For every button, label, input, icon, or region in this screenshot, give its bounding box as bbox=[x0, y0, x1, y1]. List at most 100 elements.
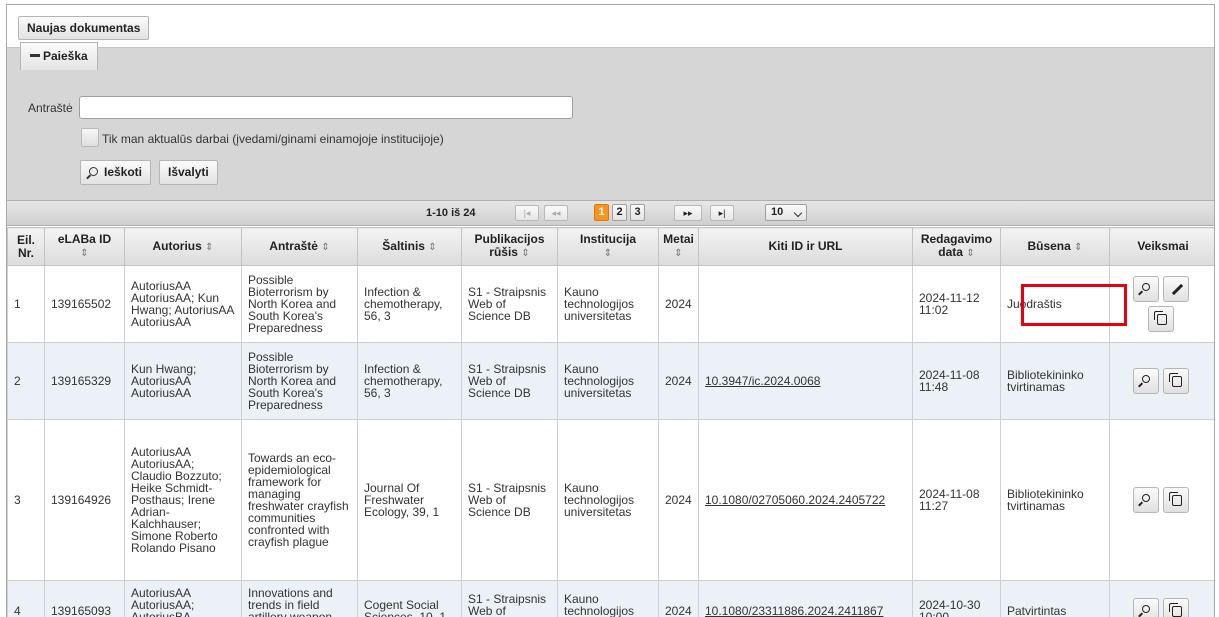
table-row[interactable]: 4 139165093 AutoriusAA AutoriusAA; Autor… bbox=[7, 580, 1214, 617]
paginator: 1-10 iš 24 |◂ ◂◂ 1 2 3 ▸▸ ▸| 10 bbox=[7, 201, 1214, 226]
cell-status: Bibliotekininko tvirtinamas bbox=[1000, 342, 1110, 420]
cell-url[interactable] bbox=[698, 265, 913, 343]
last-page-button[interactable]: ▸| bbox=[710, 205, 734, 221]
doi-link[interactable]: 10.1080/02705060.2024.2405722 bbox=[705, 493, 885, 507]
col-status[interactable]: Būsena ⇕ bbox=[1000, 227, 1110, 266]
relevant-only-checkbox[interactable] bbox=[81, 128, 99, 147]
search-button[interactable]: Ieškoti bbox=[80, 160, 152, 185]
cell-author: AutoriusAA AutoriusAA; Claudio Bozzuto; … bbox=[124, 419, 242, 581]
col-year[interactable]: Metai ⇕ bbox=[658, 227, 699, 266]
cell-edited: 2024-11-08 11:48 bbox=[912, 342, 1001, 420]
col-pubtype[interactable]: Publikacijos rūšis ⇕ bbox=[461, 227, 558, 266]
copy-icon bbox=[1169, 373, 1182, 387]
page-1-button[interactable]: 1 bbox=[594, 204, 609, 221]
cell-id: 139164926 bbox=[44, 419, 125, 581]
cell-actions bbox=[1109, 580, 1214, 617]
view-button[interactable] bbox=[1133, 276, 1159, 302]
doi-link[interactable]: 10.1080/23311886.2024.2411867 bbox=[705, 604, 883, 617]
copy-button[interactable] bbox=[1163, 597, 1189, 617]
table-row[interactable]: 3 139164926 AutoriusAA AutoriusAA; Claud… bbox=[7, 419, 1214, 581]
magnifier-icon bbox=[1142, 604, 1150, 613]
cell-nr: 1 bbox=[7, 265, 45, 343]
pager-info: 1-10 iš 24 bbox=[426, 207, 476, 219]
sort-icon: ⇕ bbox=[428, 241, 437, 253]
cell-url[interactable]: 10.1080/23311886.2024.2411867 bbox=[698, 580, 913, 617]
edit-button[interactable] bbox=[1163, 276, 1189, 302]
cell-title: Towards an eco-epidemiological framework… bbox=[241, 419, 358, 581]
cell-nr: 3 bbox=[7, 419, 45, 581]
copy-button[interactable] bbox=[1163, 368, 1189, 394]
copy-icon bbox=[1169, 492, 1182, 506]
view-button[interactable] bbox=[1133, 368, 1159, 394]
copy-icon bbox=[1154, 311, 1167, 325]
col-edited[interactable]: Redagavimo data ⇕ bbox=[912, 227, 1001, 266]
sort-icon: ⇕ bbox=[205, 241, 214, 253]
cell-author: AutoriusAA AutoriusAA; Kun Hwang; Autori… bbox=[124, 265, 242, 343]
documents-table: Eil. Nr. eLABa ID ⇕ Autorius ⇕ Antraštė ⇕… bbox=[7, 227, 1214, 617]
page-2-button[interactable]: 2 bbox=[612, 204, 627, 221]
cell-title: Innovations and trends in field artiller… bbox=[241, 580, 358, 617]
table-row[interactable]: 2 139165329 Kun Hwang; AutoriusAA Autori… bbox=[7, 342, 1214, 420]
new-document-button[interactable]: Naujas dokumentas bbox=[18, 16, 150, 40]
cell-pubtype: S1 - Straipsnis Web of Science DB bbox=[461, 419, 558, 581]
cell-status: Bibliotekininko tvirtinamas bbox=[1000, 419, 1110, 581]
page-3-button[interactable]: 3 bbox=[630, 204, 645, 221]
col-title[interactable]: Antraštė ⇕ bbox=[241, 227, 358, 266]
cell-title: Possible Bioterrorism by North Korea and… bbox=[241, 265, 358, 343]
cell-actions bbox=[1109, 342, 1214, 420]
col-author[interactable]: Autorius ⇕ bbox=[124, 227, 242, 266]
prev-page-button[interactable]: ◂◂ bbox=[544, 205, 568, 221]
cell-source: Infection & chemotherapy, 56, 3 bbox=[357, 265, 462, 343]
cell-actions bbox=[1109, 419, 1214, 581]
documents-panel: Naujas dokumentas Paieška Antraštė Tik m… bbox=[6, 4, 1215, 617]
col-institution[interactable]: Institucija ⇕ bbox=[557, 227, 659, 266]
cell-nr: 4 bbox=[7, 580, 45, 617]
cell-year: 2024 bbox=[658, 342, 699, 420]
cell-edited: 2024-10-30 10:00 bbox=[912, 580, 1001, 617]
search-tab-label: Paieška bbox=[43, 49, 88, 63]
page-size-select[interactable]: 10 bbox=[765, 204, 807, 221]
cell-pubtype: S1 - Straipsnis Web of Science DB bbox=[461, 580, 558, 617]
relevant-only-label: Tik man aktualūs darbai (įvedami/ginami … bbox=[102, 132, 444, 146]
cell-institution: Kauno technologijos universitetas bbox=[557, 580, 659, 617]
title-search-input[interactable] bbox=[79, 96, 573, 119]
cell-institution: Kauno technologijos universitetas bbox=[557, 419, 659, 581]
sort-icon: ⇕ bbox=[1074, 241, 1083, 253]
cell-status: Patvirtintas bbox=[1000, 580, 1110, 617]
first-page-button[interactable]: |◂ bbox=[515, 205, 539, 221]
search-icon bbox=[89, 167, 98, 176]
view-button[interactable] bbox=[1133, 487, 1159, 513]
cell-url[interactable]: 10.1080/02705060.2024.2405722 bbox=[698, 419, 913, 581]
title-field-label: Antraštė bbox=[28, 101, 73, 115]
search-tab[interactable]: Paieška bbox=[20, 42, 98, 70]
cell-pubtype: S1 - Straipsnis Web of Science DB bbox=[461, 265, 558, 343]
copy-button[interactable] bbox=[1148, 306, 1174, 332]
sort-icon: ⇕ bbox=[674, 248, 683, 259]
cell-id: 139165093 bbox=[44, 580, 125, 617]
cell-source: Cogent Social Sciences, 10, 1 bbox=[357, 580, 462, 617]
copy-button[interactable] bbox=[1163, 487, 1189, 513]
chevron-down-icon bbox=[793, 208, 803, 218]
cell-nr: 2 bbox=[7, 342, 45, 420]
cell-year: 2024 bbox=[658, 265, 699, 343]
toolbar: Naujas dokumentas bbox=[7, 5, 1214, 47]
sort-icon: ⇕ bbox=[80, 248, 89, 259]
cell-url[interactable]: 10.3947/ic.2024.0068 bbox=[698, 342, 913, 420]
cell-institution: Kauno technologijos universitetas bbox=[557, 265, 659, 343]
col-source[interactable]: Šaltinis ⇕ bbox=[357, 227, 462, 266]
view-button[interactable] bbox=[1133, 597, 1159, 617]
doi-link[interactable]: 10.3947/ic.2024.0068 bbox=[705, 374, 820, 388]
cell-id: 139165329 bbox=[44, 342, 125, 420]
cell-actions bbox=[1109, 265, 1214, 343]
table-row[interactable]: 1 139165502 AutoriusAA AutoriusAA; Kun H… bbox=[7, 265, 1214, 343]
magnifier-icon bbox=[1142, 494, 1150, 502]
col-id[interactable]: eLABa ID ⇕ bbox=[44, 227, 125, 266]
clear-button[interactable]: Išvalyti bbox=[159, 160, 218, 185]
pencil-icon bbox=[1171, 283, 1184, 296]
cell-source: Infection & chemotherapy, 56, 3 bbox=[357, 342, 462, 420]
sort-icon: ⇕ bbox=[521, 248, 530, 259]
next-page-button[interactable]: ▸▸ bbox=[674, 205, 702, 221]
col-actions: Veiksmai bbox=[1109, 227, 1214, 266]
cell-status: Juodraštis bbox=[1000, 265, 1110, 343]
sort-icon: ⇕ bbox=[966, 248, 975, 259]
